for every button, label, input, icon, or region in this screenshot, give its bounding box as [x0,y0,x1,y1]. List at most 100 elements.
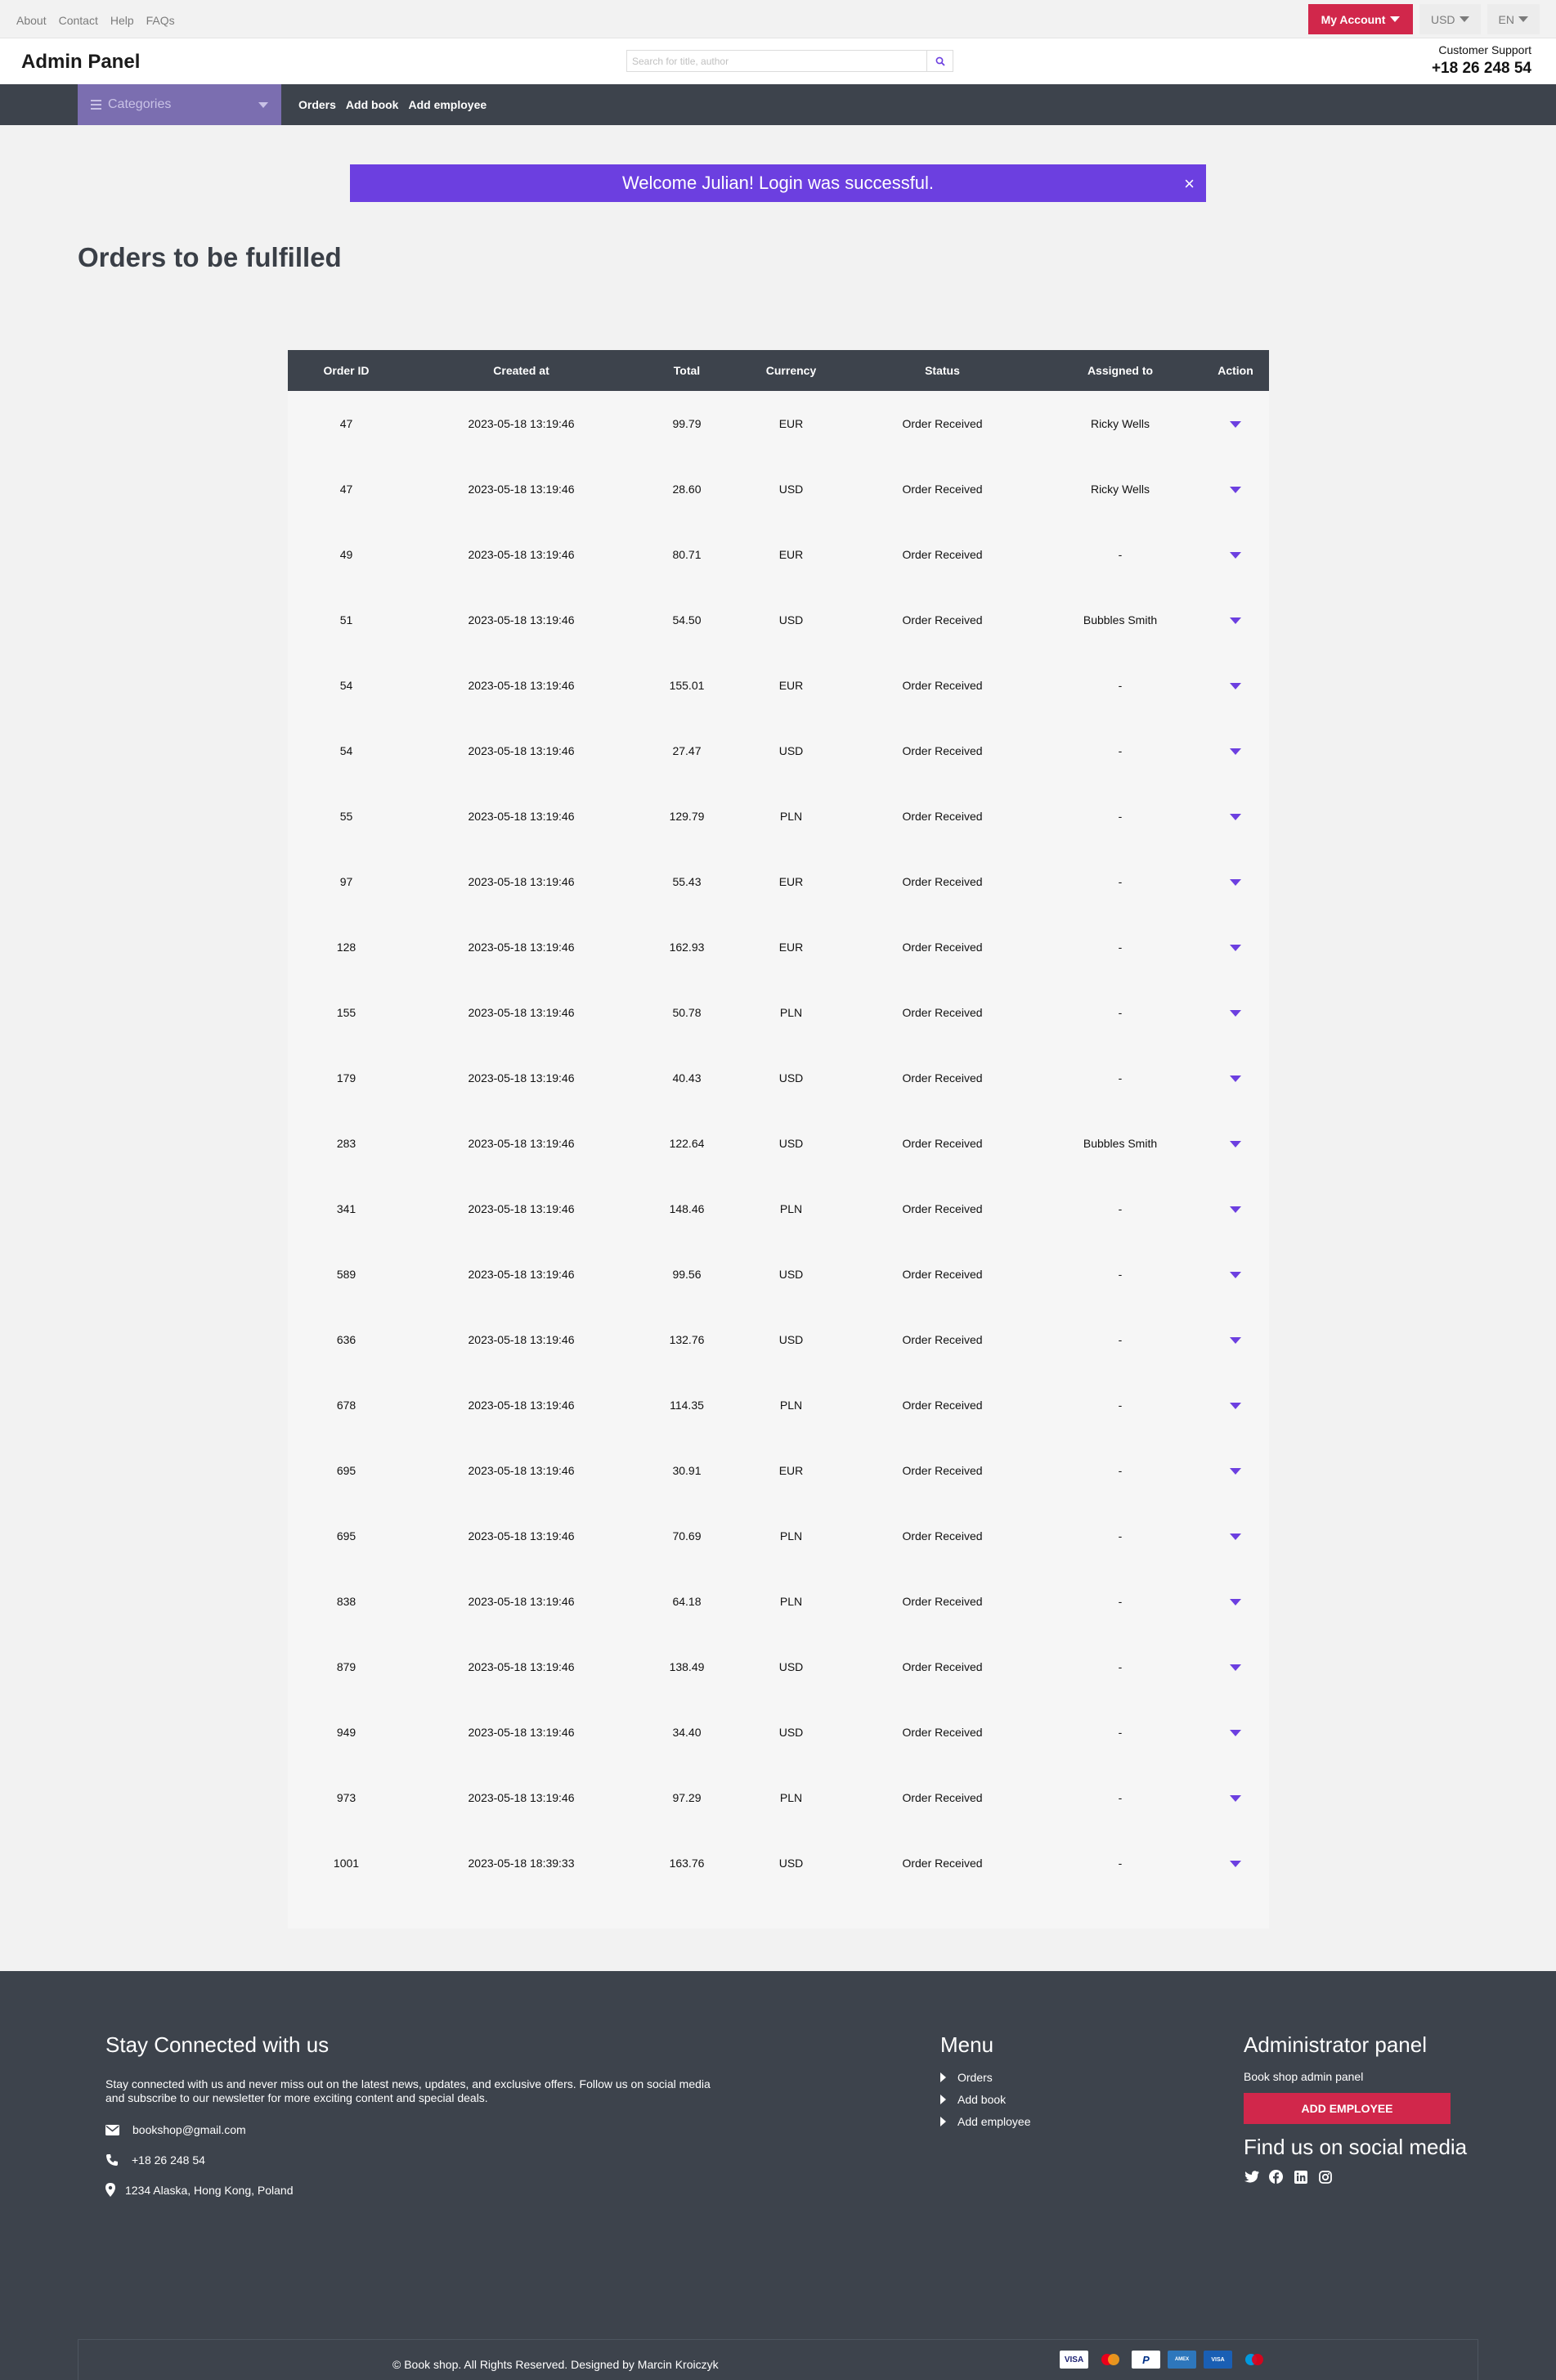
cell-order-id: 636 [336,1333,356,1346]
table-row: 54 2023-05-18 13:19:46 27.47 USD Order Recei… [288,718,1269,784]
instagram-icon[interactable] [1317,2169,1333,2185]
chevron-down-icon[interactable] [1230,814,1241,820]
cell-status: Order Received [902,1660,983,1673]
cell-created-at: 2023-05-18 13:19:46 [468,1726,575,1739]
chevron-down-icon[interactable] [1230,1141,1241,1147]
cell-currency: PLN [779,1529,803,1543]
col-header-action: Action [1217,364,1253,377]
cell-order-id: 55 [339,810,353,823]
currency-dropdown[interactable]: USD [1419,4,1481,34]
chevron-down-icon[interactable] [1230,1403,1241,1409]
chevron-down-icon[interactable] [1230,748,1241,755]
cell-assigned-to: - [1118,679,1123,692]
nav-link-add-employee[interactable]: Add employee [408,98,487,111]
categories-label: Categories [108,97,172,111]
cell-status: Order Received [902,1137,983,1150]
social-links [1244,2169,1333,2185]
chevron-down-icon[interactable] [1230,552,1241,559]
cell-total: 129.79 [669,810,705,823]
footer-menu-add-book[interactable]: Add book [940,2093,1031,2106]
chevron-down-icon[interactable] [1230,1272,1241,1278]
chevron-down-icon[interactable] [1230,421,1241,428]
top-link-about[interactable]: About [16,14,47,27]
chevron-down-icon[interactable] [1230,1468,1241,1475]
cell-status: Order Received [902,483,983,496]
chevron-down-icon[interactable] [1230,617,1241,624]
table-row: 155 2023-05-18 13:19:46 50.78 PLN Order Rece… [288,980,1269,1045]
footer-menu-add-employee[interactable]: Add employee [940,2115,1031,2128]
cell-currency: USD [778,744,804,757]
table-row: 838 2023-05-18 13:19:46 64.18 PLN Order Rece… [288,1569,1269,1634]
cell-assigned-to: - [1118,1660,1123,1673]
chevron-down-icon[interactable] [1230,1206,1241,1213]
chevron-down-icon[interactable] [1230,945,1241,951]
footer-menu-orders[interactable]: Orders [940,2071,1031,2084]
chevron-down-icon[interactable] [1230,1599,1241,1605]
chevron-down-icon [1390,16,1401,22]
cell-status: Order Received [902,1333,983,1346]
contact-email-text: bookshop@gmail.com [132,2123,246,2136]
search-input[interactable] [627,51,926,71]
table-row: 47 2023-05-18 13:19:46 28.60 USD Order Recei… [288,456,1269,522]
footer-menu: Orders Add book Add employee [940,2071,1031,2137]
social-heading: Find us on social media [1244,2135,1468,2159]
cell-action [1202,1569,1269,1634]
cell-action [1202,914,1269,980]
cell-currency: EUR [778,417,804,430]
chevron-down-icon[interactable] [1230,1730,1241,1736]
cell-created-at: 2023-05-18 13:19:46 [468,1399,575,1412]
chevron-down-icon[interactable] [1230,1010,1241,1017]
cell-status: Order Received [902,548,983,561]
nav-link-add-book[interactable]: Add book [346,98,399,111]
orders-table: Order ID Created at Total Currency Statu… [288,350,1269,1929]
table-row: 1001 2023-05-18 18:39:33 163.76 USD Order Re… [288,1830,1269,1896]
chevron-down-icon[interactable] [1230,1534,1241,1540]
chevron-down-icon[interactable] [1230,1861,1241,1867]
add-employee-button[interactable]: ADD EMPLOYEE [1244,2093,1451,2124]
cell-currency: EUR [778,875,804,888]
categories-dropdown[interactable]: Categories [78,84,281,125]
close-icon[interactable]: × [1184,173,1195,195]
contact-email[interactable]: bookshop@gmail.com [105,2123,246,2136]
nav-link-orders[interactable]: Orders [298,98,336,111]
cell-total: 162.93 [669,941,705,954]
header: Admin Panel Customer Support +18 26 248 … [0,38,1556,84]
amex-icon: AMEX [1168,2351,1196,2369]
top-link-faqs[interactable]: FAQs [146,14,175,27]
twitter-icon[interactable] [1244,2169,1259,2185]
cell-total: 64.18 [672,1595,702,1608]
cell-total: 122.64 [669,1137,705,1150]
cell-status: Order Received [902,810,983,823]
chevron-down-icon[interactable] [1230,1664,1241,1671]
contact-phone[interactable]: +18 26 248 54 [105,2153,205,2167]
cell-assigned-to: - [1118,548,1123,561]
cell-created-at: 2023-05-18 13:19:46 [468,1071,575,1084]
cell-action [1202,1503,1269,1569]
top-link-help[interactable]: Help [110,14,134,27]
cell-created-at: 2023-05-18 18:39:33 [468,1857,575,1870]
table-row: 695 2023-05-18 13:19:46 70.69 PLN Order Rece… [288,1503,1269,1569]
cell-status: Order Received [902,744,983,757]
chevron-down-icon[interactable] [1230,879,1241,886]
table-row: 973 2023-05-18 13:19:46 97.29 PLN Order Rece… [288,1765,1269,1830]
chevron-down-icon[interactable] [1230,683,1241,689]
cell-total: 155.01 [669,679,705,692]
search-button[interactable] [926,51,953,71]
cell-action [1202,1372,1269,1438]
facebook-icon[interactable] [1268,2169,1284,2185]
copyright-bar: © Book shop. All Rights Reserved. Design… [78,2339,1478,2380]
cell-assigned-to: - [1118,1399,1123,1412]
chevron-down-icon[interactable] [1230,1075,1241,1082]
cell-status: Order Received [902,875,983,888]
chevron-down-icon[interactable] [1230,1795,1241,1802]
cell-action [1202,980,1269,1045]
language-dropdown[interactable]: EN [1486,4,1540,34]
chevron-down-icon[interactable] [1230,1337,1241,1344]
my-account-button[interactable]: My Account [1307,4,1413,34]
top-link-contact[interactable]: Contact [59,14,98,27]
brand-title[interactable]: Admin Panel [21,51,140,74]
cell-currency: EUR [778,941,804,954]
cell-currency: USD [778,1726,804,1739]
linkedin-icon[interactable] [1293,2169,1308,2185]
chevron-down-icon[interactable] [1230,487,1241,493]
